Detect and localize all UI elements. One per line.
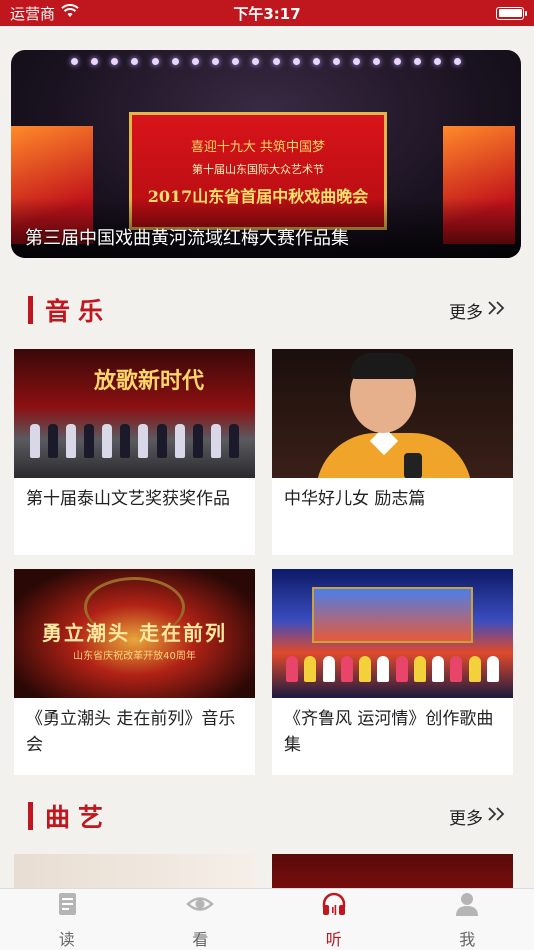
wifi-icon [61, 4, 79, 22]
battery-icon [496, 6, 527, 20]
section-accent-bar [28, 296, 33, 324]
double-chevron-right-icon [487, 806, 509, 827]
card-title: 《勇立潮头 走在前列》音乐会 [26, 709, 236, 755]
tab-label: 我 [459, 929, 476, 949]
status-time: 下午3:17 [233, 4, 301, 23]
tab-bar: 读 看 听 我 [0, 888, 534, 950]
tab-read[interactable]: 读 [17, 890, 117, 950]
thumb-text: 放歌新时代 [94, 368, 205, 394]
thumb-text: 勇立潮头 走在前列 [42, 621, 227, 645]
card-thumbnail [272, 854, 513, 888]
tab-label: 看 [192, 929, 209, 949]
person-icon [453, 890, 481, 922]
carrier-label: 运营商 [10, 4, 56, 23]
battery-fill [498, 9, 522, 17]
tab-listen[interactable]: 听 [284, 890, 384, 950]
section-title-music: 音乐 [45, 297, 112, 326]
book-icon [53, 890, 81, 922]
section-header-quyi: 曲艺 更多 [0, 798, 534, 834]
more-label: 更多 [449, 302, 483, 323]
card-thumbnail [14, 854, 255, 888]
banner-caption: 第三届中国戏曲黄河流域红梅大赛作品集 [25, 228, 349, 249]
double-chevron-right-icon [487, 300, 509, 321]
tab-label: 读 [58, 929, 75, 949]
thumb-people [30, 418, 239, 458]
card-thumbnail [272, 569, 513, 698]
card-title: 《齐鲁风 运河情》创作歌曲集 [284, 709, 494, 755]
tab-label: 听 [325, 929, 342, 949]
card-thumbnail [272, 349, 513, 478]
music-card[interactable]: 放歌新时代 第十届泰山文艺奖获奖作品 [14, 349, 255, 555]
more-link-quyi[interactable]: 更多 [449, 804, 509, 829]
status-left: 运营商 [10, 3, 79, 24]
thumb-hair [350, 353, 416, 379]
music-card[interactable]: 中华好儿女 励志篇 [272, 349, 513, 555]
music-card[interactable]: 《齐鲁风 运河情》创作歌曲集 [272, 569, 513, 775]
music-card[interactable]: 勇立潮头 走在前列 山东省庆祝改革开放40周年 《勇立潮头 走在前列》音乐会 [14, 569, 255, 775]
tab-me[interactable]: 我 [417, 890, 517, 950]
featured-banner[interactable]: 喜迎十九大 共筑中国梦 第十届山东国际大众艺术节 2017山东省首届中秋戏曲晚会… [11, 50, 521, 258]
tab-watch[interactable]: 看 [150, 890, 250, 950]
card-thumbnail: 勇立潮头 走在前列 山东省庆祝改革开放40周年 [14, 569, 255, 698]
quyi-card[interactable] [272, 854, 513, 888]
section-title-quyi: 曲艺 [45, 803, 112, 832]
section-header-music: 音乐 更多 [0, 292, 534, 328]
status-bar: 运营商 下午3:17 [0, 0, 534, 26]
card-title: 中华好儿女 励志篇 [284, 489, 426, 509]
quyi-card[interactable] [14, 854, 255, 888]
section-title-wrap: 音乐 [28, 292, 111, 328]
card-thumbnail: 放歌新时代 [14, 349, 255, 478]
thumb-stage-screen [312, 587, 473, 643]
thumb-dancers [286, 652, 499, 682]
section-accent-bar [28, 802, 33, 830]
headphones-icon [320, 890, 348, 922]
more-label: 更多 [449, 808, 483, 829]
more-link-music[interactable]: 更多 [449, 298, 509, 323]
banner-screen-line2: 第十届山东国际大众艺术节 [192, 162, 324, 176]
stage-lights [71, 58, 461, 68]
section-title-wrap: 曲艺 [28, 798, 111, 834]
banner-screen-line1: 喜迎十九大 共筑中国梦 [190, 139, 326, 155]
card-title: 第十届泰山文艺奖获奖作品 [26, 489, 230, 509]
microphone-icon [404, 453, 422, 478]
thumb-subtext: 山东省庆祝改革开放40周年 [73, 651, 196, 662]
content-scroll[interactable]: 喜迎十九大 共筑中国梦 第十届山东国际大众艺术节 2017山东省首届中秋戏曲晚会… [0, 26, 534, 888]
eye-icon [186, 890, 215, 922]
